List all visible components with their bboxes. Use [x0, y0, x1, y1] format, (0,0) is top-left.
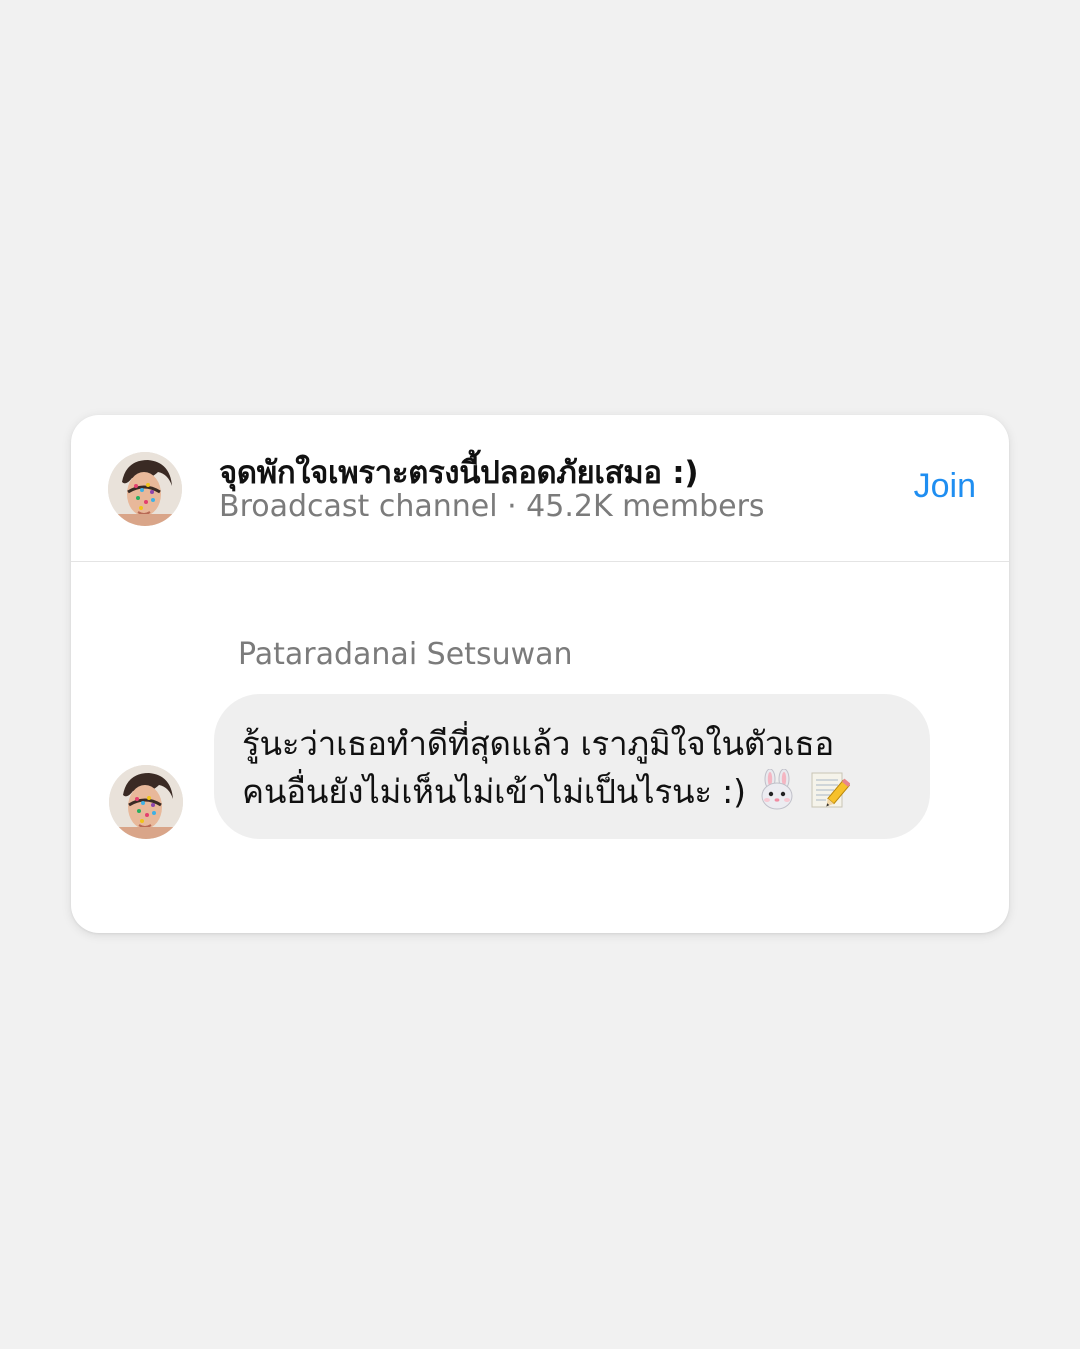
join-button[interactable]: Join [914, 467, 976, 506]
rabbit-face-emoji-icon [756, 769, 798, 811]
memo-emoji-icon [808, 769, 850, 811]
message-line-2-text: คนอื่นยังไม่เห็นไม่เข้าไม่เป็นไรนะ :) [242, 772, 746, 811]
channel-avatar[interactable] [108, 452, 182, 526]
channel-header[interactable]: จุดพักใจเพราะตรงนี้ปลอดภัยเสมอ :) Broadc… [71, 415, 1009, 562]
channel-meta: Broadcast channel · 45.2K members [219, 489, 765, 524]
message-line-1: รู้นะว่าเธอทำดีที่สุดแล้ว เราภูมิใจในตัว… [242, 724, 835, 763]
message-bubble[interactable]: รู้นะว่าเธอทำดีที่สุดแล้ว เราภูมิใจในตัว… [214, 694, 930, 839]
message-line-2: คนอื่นยังไม่เห็นไม่เข้าไม่เป็นไรนะ :) [242, 768, 902, 816]
sender-name: Pataradanai Setsuwan [238, 637, 573, 672]
broadcast-channel-card: จุดพักใจเพราะตรงนี้ปลอดภัยเสมอ :) Broadc… [71, 415, 1009, 933]
sender-avatar[interactable] [109, 765, 183, 839]
